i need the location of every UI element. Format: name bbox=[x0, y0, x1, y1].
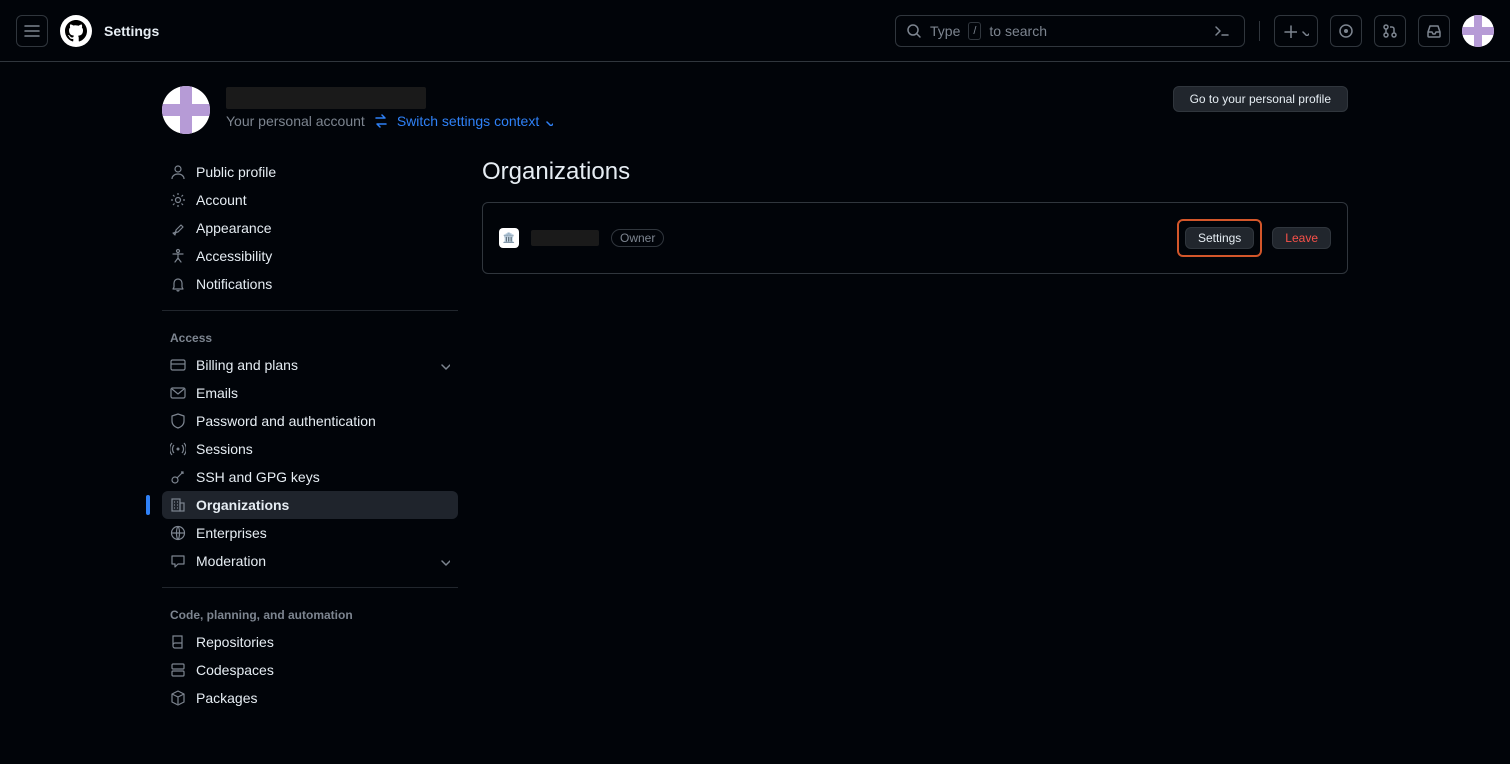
profile-avatar bbox=[162, 86, 210, 134]
notifications-button[interactable] bbox=[1418, 15, 1450, 47]
sidebar-item-moderation[interactable]: Moderation bbox=[162, 547, 458, 575]
sidebar-item-label: Packages bbox=[196, 690, 257, 706]
create-new-dropdown[interactable] bbox=[1274, 15, 1318, 47]
search-hotkey: / bbox=[968, 22, 981, 40]
issues-button[interactable] bbox=[1330, 15, 1362, 47]
sidebar-item-label: Notifications bbox=[196, 276, 272, 292]
sidebar-item-emails[interactable]: Emails bbox=[162, 379, 458, 407]
highlighted-settings: Settings bbox=[1177, 219, 1262, 257]
page-header: Your personal account Switch settings co… bbox=[162, 86, 1348, 134]
org-leave-button[interactable]: Leave bbox=[1272, 227, 1331, 249]
sidebar-item-packages[interactable]: Packages bbox=[162, 684, 458, 712]
org-name[interactable] bbox=[531, 230, 599, 246]
mail-icon bbox=[170, 385, 186, 401]
person-icon bbox=[170, 164, 186, 180]
sidebar-item-enterprises[interactable]: Enterprises bbox=[162, 519, 458, 547]
sidebar-item-label: Public profile bbox=[196, 164, 276, 180]
github-logo[interactable] bbox=[60, 15, 92, 47]
sidebar-item-label: Emails bbox=[196, 385, 238, 401]
main-content: Organizations 🏛️ Owner Settings Leave bbox=[482, 158, 1348, 712]
comment-icon bbox=[170, 553, 186, 569]
search-icon bbox=[906, 23, 922, 39]
org-settings-button[interactable]: Settings bbox=[1185, 227, 1254, 249]
org-icon bbox=[170, 497, 186, 513]
chevron-down-icon bbox=[438, 359, 450, 371]
sidebar-item-public-profile[interactable]: Public profile bbox=[162, 158, 458, 186]
sidebar-item-accessibility[interactable]: Accessibility bbox=[162, 242, 458, 270]
gear-icon bbox=[170, 192, 186, 208]
sidebar-item-label: SSH and GPG keys bbox=[196, 469, 320, 485]
search-placeholder-prefix: Type bbox=[930, 23, 960, 39]
sidebar-item-repositories[interactable]: Repositories bbox=[162, 628, 458, 656]
repo-icon bbox=[170, 634, 186, 650]
sidebar-item-password-and-authentication[interactable]: Password and authentication bbox=[162, 407, 458, 435]
chevron-down-icon bbox=[438, 555, 450, 567]
topbar: Settings Type / to search bbox=[0, 0, 1510, 62]
sidebar-item-label: Accessibility bbox=[196, 248, 272, 264]
sidebar-group-code: Code, planning, and automation bbox=[162, 600, 458, 628]
divider bbox=[1259, 21, 1260, 41]
broadcast-icon bbox=[170, 441, 186, 457]
global-menu-button[interactable] bbox=[16, 15, 48, 47]
org-avatar: 🏛️ bbox=[499, 228, 519, 248]
go-to-profile-button[interactable]: Go to your personal profile bbox=[1173, 86, 1348, 112]
sidebar-item-label: Codespaces bbox=[196, 662, 274, 678]
org-role-badge: Owner bbox=[611, 229, 664, 247]
organization-row: 🏛️ Owner Settings Leave bbox=[482, 202, 1348, 274]
bell-icon bbox=[170, 276, 186, 292]
sidebar-item-organizations[interactable]: Organizations bbox=[162, 491, 458, 519]
swap-icon bbox=[373, 113, 389, 129]
context-title: Settings bbox=[104, 23, 159, 39]
package-icon bbox=[170, 690, 186, 706]
sidebar-item-label: Password and authentication bbox=[196, 413, 376, 429]
sidebar-item-label: Organizations bbox=[196, 497, 289, 513]
sidebar-item-codespaces[interactable]: Codespaces bbox=[162, 656, 458, 684]
sidebar-item-label: Enterprises bbox=[196, 525, 267, 541]
sidebar-item-appearance[interactable]: Appearance bbox=[162, 214, 458, 242]
sidebar-item-label: Account bbox=[196, 192, 247, 208]
sidebar-item-label: Repositories bbox=[196, 634, 274, 650]
user-avatar-menu[interactable] bbox=[1462, 15, 1494, 47]
switch-context-link[interactable]: Switch settings context bbox=[397, 113, 553, 129]
shield-icon bbox=[170, 413, 186, 429]
sidebar-item-label: Billing and plans bbox=[196, 357, 298, 373]
codespaces-icon bbox=[170, 662, 186, 678]
accessibility-icon bbox=[170, 248, 186, 264]
sidebar-item-billing-and-plans[interactable]: Billing and plans bbox=[162, 351, 458, 379]
brush-icon bbox=[170, 220, 186, 236]
globe-icon bbox=[170, 525, 186, 541]
settings-sidebar: Public profile Account Appearance Accessibi… bbox=[162, 158, 458, 712]
account-name bbox=[226, 86, 553, 109]
command-palette-icon[interactable] bbox=[1214, 23, 1234, 39]
sidebar-item-sessions[interactable]: Sessions bbox=[162, 435, 458, 463]
sidebar-item-label: Sessions bbox=[196, 441, 253, 457]
page-title: Organizations bbox=[482, 158, 1348, 186]
pull-requests-button[interactable] bbox=[1374, 15, 1406, 47]
account-type-label: Your personal account bbox=[226, 113, 365, 129]
sidebar-item-label: Appearance bbox=[196, 220, 272, 236]
search-placeholder-suffix: to search bbox=[989, 23, 1047, 39]
global-search[interactable]: Type / to search bbox=[895, 15, 1245, 47]
sidebar-group-access: Access bbox=[162, 323, 458, 351]
sidebar-item-label: Moderation bbox=[196, 553, 266, 569]
sidebar-item-ssh-and-gpg-keys[interactable]: SSH and GPG keys bbox=[162, 463, 458, 491]
key-icon bbox=[170, 469, 186, 485]
card-icon bbox=[170, 357, 186, 373]
sidebar-item-notifications[interactable]: Notifications bbox=[162, 270, 458, 298]
sidebar-item-account[interactable]: Account bbox=[162, 186, 458, 214]
